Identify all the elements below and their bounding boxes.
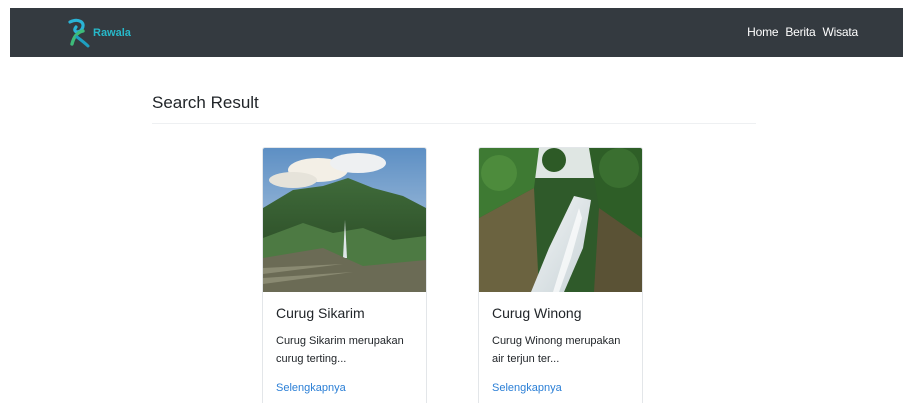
result-card-sikarim: Curug Sikarim Curug Sikarim merupakan cu… [262, 147, 427, 403]
nav-link-berita[interactable]: Berita [785, 25, 815, 39]
result-card-winong: Curug Winong Curug Winong merupakan air … [478, 147, 643, 403]
page: Rawala Home Berita Wisata Search Result [0, 0, 903, 403]
card-body: Curug Sikarim Curug Sikarim merupakan cu… [263, 292, 426, 396]
brand-link[interactable]: Rawala [66, 18, 131, 48]
divider [152, 123, 756, 124]
nav-links: Home Berita Wisata [747, 25, 858, 39]
card-title: Curug Winong [492, 305, 582, 321]
card-image-winong [479, 148, 642, 292]
card-image-sikarim [263, 148, 426, 292]
top-frame [0, 0, 903, 8]
card-body: Curug Winong Curug Winong merupakan air … [479, 292, 642, 396]
card-text: Curug Winong merupakan air terjun ter... [492, 335, 621, 365]
brand-name: Rawala [93, 27, 131, 39]
navbar: Rawala Home Berita Wisata [10, 8, 903, 57]
nav-link-home[interactable]: Home [747, 25, 778, 39]
nav-link-wisata[interactable]: Wisata [823, 25, 859, 39]
page-title: Search Result [152, 93, 259, 112]
card-link-selengkapnya[interactable]: Selengkapnya [492, 382, 562, 394]
card-title: Curug Sikarim [276, 305, 365, 321]
brand-logo-icon [68, 18, 90, 48]
card-link-selengkapnya[interactable]: Selengkapnya [276, 382, 346, 394]
card-text: Curug Sikarim merupakan curug terting... [276, 335, 404, 365]
